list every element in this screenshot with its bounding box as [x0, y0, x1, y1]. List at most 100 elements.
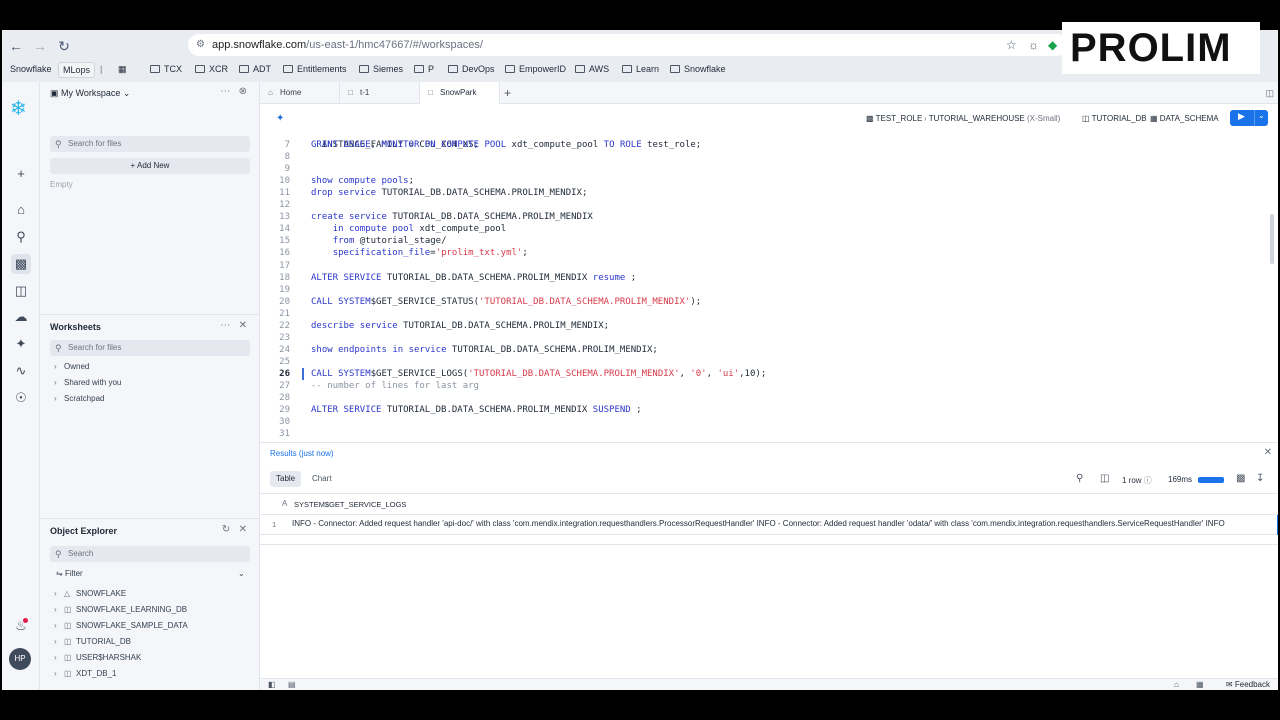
bookmark-folder-adt[interactable]: ADT — [239, 62, 271, 76]
sidebar: ▣ My Workspace ⌄ ⋯ ⊗ ⚲ Search for files +… — [40, 82, 260, 690]
code-line: 20 CALL SYSTEM$GET_SERVICE_STATUS('TUTORI… — [260, 296, 1270, 308]
snowflake-logo-icon[interactable]: ❄ — [10, 96, 27, 121]
schema-selector[interactable]: ▦ DATA_SCHEMA — [1150, 114, 1219, 123]
more-icon[interactable]: ⋯ — [220, 320, 230, 331]
db-item[interactable]: › ◫ XDT_DB_1 — [54, 669, 116, 678]
search-icon: ⚲ — [55, 549, 62, 559]
refresh-icon[interactable]: ↻ — [222, 524, 230, 535]
database-icon: ◫ — [64, 669, 72, 678]
home-icon[interactable]: ⌂ — [1174, 679, 1179, 690]
bookmark-folder-learn[interactable]: Learn — [622, 62, 659, 76]
worksheets-search-input[interactable]: ⚲ Search for files — [50, 340, 250, 356]
projects-icon[interactable]: ▩ — [11, 254, 31, 274]
bookmark-folder-entitlements[interactable]: Entitlements — [283, 62, 347, 76]
bookmark-folder-p[interactable]: P — [414, 62, 434, 76]
bookmark-folder-xcr[interactable]: XCR — [195, 62, 228, 76]
back-icon[interactable]: ← — [6, 36, 26, 56]
database-selector[interactable]: ◫ TUTORIAL_DB — [1082, 114, 1147, 123]
table-row[interactable]: 1 INFO - Connector: Added request handle… — [260, 515, 1278, 535]
code-editor[interactable]: INSTANCE_FAMILY = CPU_X64_XS; 7 GRANT USA… — [260, 134, 1278, 442]
panel-left-icon[interactable]: ◧ — [268, 679, 276, 690]
run-button[interactable]: ▶ ⌄ — [1230, 110, 1268, 126]
db-item[interactable]: › ◫ USER$HARSHAK — [54, 653, 141, 662]
warehouse-selector[interactable]: › TUTORIAL_WAREHOUSE (X-Small) — [924, 114, 1060, 123]
workspace-selector[interactable]: ▣ My Workspace ⌄ — [50, 88, 130, 99]
collapse-icon[interactable]: ⊗ — [239, 86, 247, 97]
code-line: 21 — [260, 308, 1270, 320]
code-text: -- number of lines for last arg — [311, 381, 479, 391]
db-item[interactable]: › ◫ TUTORIAL_DB — [54, 637, 131, 646]
code-line: 23 — [260, 332, 1270, 344]
db-item[interactable]: › △ SNOWFLAKE — [54, 589, 126, 598]
keyboard-icon[interactable]: ▦ — [1196, 679, 1204, 690]
split-view-icon[interactable]: ◫ — [1265, 82, 1274, 104]
plus-icon[interactable]: + — [11, 164, 31, 184]
play-icon: ▶ — [1238, 111, 1245, 121]
bookmark-folder-snowflake[interactable]: Snowflake — [670, 62, 726, 76]
chevron-down-icon[interactable]: ⌄ — [1258, 111, 1265, 120]
tab-home[interactable]: ⌂ Home — [260, 82, 340, 104]
ai-sparkle-icon[interactable]: ✦ — [11, 334, 31, 354]
avatar[interactable]: HP — [9, 648, 31, 670]
worksheets-owned[interactable]: › Owned — [54, 362, 89, 371]
object-search-input[interactable]: ⚲ Search — [50, 546, 250, 562]
code-line: 24 show endpoints in service TUTORIAL_DB.… — [260, 344, 1270, 356]
search-icon[interactable]: ⚲ — [11, 227, 31, 247]
db-item[interactable]: › ◫ SNOWFLAKE_SAMPLE_DATA — [54, 621, 188, 630]
bookmark-folder-devops[interactable]: DevOps — [448, 62, 495, 76]
tab-table[interactable]: Table — [270, 471, 302, 487]
tab-snowpark[interactable]: □ SnowPark — [420, 82, 500, 104]
monitoring-icon[interactable]: ∿ — [11, 361, 31, 381]
column-header[interactable]: SYSTEM$GET_SERVICE_LOGS — [294, 500, 406, 509]
editor-scrollbar[interactable] — [1270, 214, 1274, 264]
worksheets-scratchpad[interactable]: › Scratchpad — [54, 394, 104, 403]
tab-t-1[interactable]: □ t-1 — [340, 82, 420, 104]
chart-icon[interactable]: ▩ — [1236, 473, 1245, 484]
tab-chart[interactable]: Chart — [306, 471, 338, 487]
add-new-button[interactable]: + Add New — [50, 158, 250, 174]
add-tab-icon[interactable]: + — [504, 82, 511, 104]
bookmark-star-icon[interactable]: ☆ — [1006, 38, 1017, 52]
role-selector[interactable]: ▩ TEST_ROLE — [866, 114, 922, 123]
bookmark-mlops[interactable]: MLops — [58, 62, 96, 78]
search-icon[interactable]: ⚲ — [1076, 473, 1083, 484]
bookmark-empowerid[interactable]: EmpowerID — [505, 62, 566, 76]
worksheets-shared[interactable]: › Shared with you — [54, 378, 121, 387]
apps-grid-icon[interactable]: ▦ — [118, 62, 127, 76]
shield-icon[interactable]: ◆ — [1048, 38, 1057, 52]
home-icon[interactable]: ⌂ — [11, 200, 31, 220]
panel-bottom-icon[interactable]: ▤ — [288, 679, 296, 690]
bookmark-folder-tcx[interactable]: TCX — [150, 62, 182, 76]
data-icon[interactable]: ◫ — [11, 281, 31, 301]
address-bar[interactable]: ⚙ app.snowflake.com/us-east-1/hmc47667/#… — [188, 34, 1068, 56]
code-line: 12 — [260, 199, 1270, 211]
bookmark-snowflake[interactable]: Snowflake — [10, 62, 52, 76]
close-icon[interactable]: ✕ — [1264, 447, 1272, 458]
chevron-right-icon: › — [54, 378, 57, 387]
bookmark-folder-aws[interactable]: AWS — [575, 62, 609, 76]
columns-icon[interactable]: ◫ — [1100, 473, 1109, 484]
more-icon[interactable]: ⋯ — [220, 86, 230, 97]
ai-sparkle-icon[interactable]: ✦ — [276, 113, 284, 124]
close-icon[interactable]: ✕ — [239, 524, 247, 535]
table-cell[interactable]: INFO - Connector: Added request handler … — [292, 519, 1276, 528]
extension-icon[interactable]: ☼ — [1028, 38, 1039, 52]
site-info-icon[interactable]: ⚙ — [196, 34, 205, 56]
line-number: 17 — [279, 260, 290, 271]
chevron-right-icon: › — [54, 605, 57, 614]
forward-icon[interactable]: → — [30, 36, 50, 56]
notifications-icon[interactable]: ♨ — [11, 616, 31, 636]
cloud-icon[interactable]: ☁ — [11, 307, 31, 327]
filter-toggle[interactable]: ⇋ Filter — [56, 569, 83, 578]
folder-icon — [670, 65, 680, 73]
feedback-button[interactable]: ✉ Feedback — [1226, 679, 1270, 690]
db-item[interactable]: › ◫ SNOWFLAKE_LEARNING_DB — [54, 605, 187, 614]
close-icon[interactable]: ✕ — [239, 320, 247, 331]
workspace-search-input[interactable]: ⚲ Search for files — [50, 136, 250, 152]
bookmark-folder-siemes[interactable]: Siemes — [359, 62, 403, 76]
admin-shield-icon[interactable]: ☉ — [11, 388, 31, 408]
reload-icon[interactable]: ↻ — [54, 36, 74, 56]
download-icon[interactable]: ↧ — [1256, 473, 1264, 484]
chevron-down-icon[interactable]: ⌄ — [238, 569, 245, 578]
chevron-right-icon: › — [54, 637, 57, 646]
